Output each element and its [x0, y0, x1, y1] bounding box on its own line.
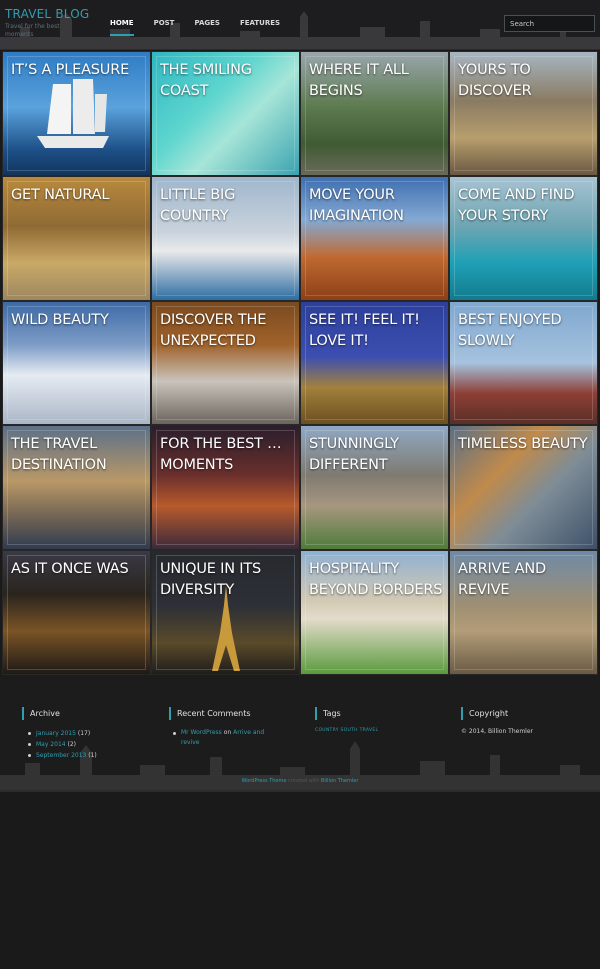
main-nav: HOME POST PAGES FEATURES	[100, 0, 290, 50]
post-grid: IT’S A PLEASURE THE SMILING COAST WHERE …	[2, 51, 598, 675]
copyright-title: Copyright	[461, 707, 533, 720]
archive-title: Archive	[22, 707, 97, 720]
tile-title[interactable]: YOURS TO DISCOVER	[458, 60, 593, 102]
post-tile[interactable]: STUNNINGLY DIFFERENT	[300, 425, 449, 551]
post-tile[interactable]: WHERE IT ALL BEGINS	[300, 51, 449, 176]
comment-on: on	[223, 729, 232, 736]
tile-title[interactable]: DISCOVER THE UNEXPECTED	[160, 310, 295, 352]
search-box	[504, 15, 600, 32]
site-tagline: Travel for the best moments	[5, 23, 60, 38]
tile-title[interactable]: THE TRAVEL DESTINATION	[11, 434, 146, 476]
credit-text: created with	[288, 778, 320, 784]
tile-title[interactable]: STUNNINGLY DIFFERENT	[309, 434, 444, 476]
post-tile[interactable]: HOSPITALITY BEYOND BORDERS	[300, 550, 449, 675]
tile-title[interactable]: WHERE IT ALL BEGINS	[309, 60, 444, 102]
comment-author[interactable]: Mr WordPress	[181, 729, 222, 736]
tags-widget: Tags COUNTRY SOUTH TRAVEL	[315, 707, 378, 733]
post-tile[interactable]: TIMELESS BEAUTY	[449, 425, 598, 551]
archive-count: (17)	[77, 730, 91, 737]
post-tile[interactable]: BEST ENJOYED SLOWLY	[449, 300, 598, 426]
tile-title[interactable]: FOR THE BEST … MOMENTS	[160, 434, 295, 476]
post-tile[interactable]: COME AND FIND YOUR STORY	[449, 175, 598, 301]
nav-features[interactable]: FEATURES	[230, 0, 290, 36]
recent-comments-title: Recent Comments	[169, 707, 283, 720]
post-tile[interactable]: LITTLE BIG COUNTRY	[151, 175, 300, 301]
post-tile[interactable]: SEE IT! FEEL IT! LOVE IT!	[300, 300, 449, 426]
archive-link[interactable]: January 2015	[36, 730, 76, 737]
tile-title[interactable]: IT’S A PLEASURE	[11, 60, 146, 81]
tile-title[interactable]: HOSPITALITY BEYOND BORDERS	[309, 559, 444, 601]
tile-title[interactable]: TIMELESS BEAUTY	[458, 434, 593, 455]
site-footer: Archive January 2015 (17) May 2014 (2) S…	[0, 675, 600, 790]
footer-divider	[0, 790, 600, 792]
copyright-text: © 2014, Billion Themler	[461, 728, 533, 735]
post-tile[interactable]: IT’S A PLEASURE	[2, 51, 151, 176]
tile-title[interactable]: GET NATURAL	[11, 185, 146, 206]
archive-count: (2)	[67, 741, 77, 748]
tile-title[interactable]: MOVE YOUR IMAGINATION	[309, 185, 444, 227]
tile-title[interactable]: UNIQUE IN ITS DIVERSITY	[160, 559, 295, 601]
post-tile[interactable]: MOVE YOUR IMAGINATION	[300, 175, 449, 301]
tile-title[interactable]: LITTLE BIG COUNTRY	[160, 185, 295, 227]
archive-count: (1)	[88, 752, 97, 759]
post-tile[interactable]: GET NATURAL	[2, 175, 151, 301]
copyright-widget: Copyright © 2014, Billion Themler	[461, 707, 533, 735]
post-tile[interactable]: THE TRAVEL DESTINATION	[2, 425, 151, 551]
tile-title[interactable]: THE SMILING COAST	[160, 60, 295, 102]
post-tile[interactable]: AS IT ONCE WAS	[2, 550, 151, 675]
recent-comments-widget: Recent Comments Mr WordPress on Arrive a…	[169, 707, 283, 748]
post-tile[interactable]: UNIQUE IN ITS DIVERSITY	[151, 550, 300, 675]
comment-item: Mr WordPress on Arrive and revive	[173, 728, 283, 748]
tags-title: Tags	[315, 707, 378, 720]
search-input[interactable]	[505, 16, 600, 31]
list-item: January 2015 (17)	[28, 728, 97, 739]
post-tile[interactable]: THE SMILING COAST	[151, 51, 300, 176]
site-header: TRAVEL BLOG Travel for the best moments …	[0, 0, 600, 50]
post-tile[interactable]: WILD BEAUTY	[2, 300, 151, 426]
nav-pages[interactable]: PAGES	[184, 0, 229, 36]
site-title[interactable]: TRAVEL BLOG	[5, 7, 89, 21]
post-tile[interactable]: YOURS TO DISCOVER	[449, 51, 598, 176]
archive-link[interactable]: September 2013	[36, 752, 86, 759]
archive-list: January 2015 (17) May 2014 (2) September…	[28, 728, 97, 761]
tile-title[interactable]: ARRIVE AND REVIVE	[458, 559, 593, 601]
tile-title[interactable]: SEE IT! FEEL IT! LOVE IT!	[309, 310, 444, 352]
list-item: May 2014 (2)	[28, 739, 97, 750]
tile-title[interactable]: BEST ENJOYED SLOWLY	[458, 310, 593, 352]
post-tile[interactable]: FOR THE BEST … MOMENTS	[151, 425, 300, 551]
brand: TRAVEL BLOG Travel for the best moments	[5, 7, 89, 39]
list-item: September 2013 (1)	[28, 750, 97, 761]
post-tile[interactable]: ARRIVE AND REVIVE	[449, 550, 598, 675]
post-tile[interactable]: DISCOVER THE UNEXPECTED	[151, 300, 300, 426]
nav-home[interactable]: HOME	[100, 0, 144, 36]
archive-widget: Archive January 2015 (17) May 2014 (2) S…	[22, 707, 97, 761]
archive-link[interactable]: May 2014	[36, 741, 66, 748]
themler-link[interactable]: Billion Themler	[321, 778, 359, 784]
tag-cloud[interactable]: COUNTRY SOUTH TRAVEL	[315, 728, 378, 733]
tile-title[interactable]: COME AND FIND YOUR STORY	[458, 185, 593, 227]
theme-link[interactable]: WordPress Theme	[242, 778, 287, 784]
footer-credit: WordPress Theme created with Billion The…	[0, 778, 600, 784]
tile-title[interactable]: AS IT ONCE WAS	[11, 559, 146, 580]
nav-post[interactable]: POST	[144, 0, 185, 36]
tile-title[interactable]: WILD BEAUTY	[11, 310, 146, 331]
